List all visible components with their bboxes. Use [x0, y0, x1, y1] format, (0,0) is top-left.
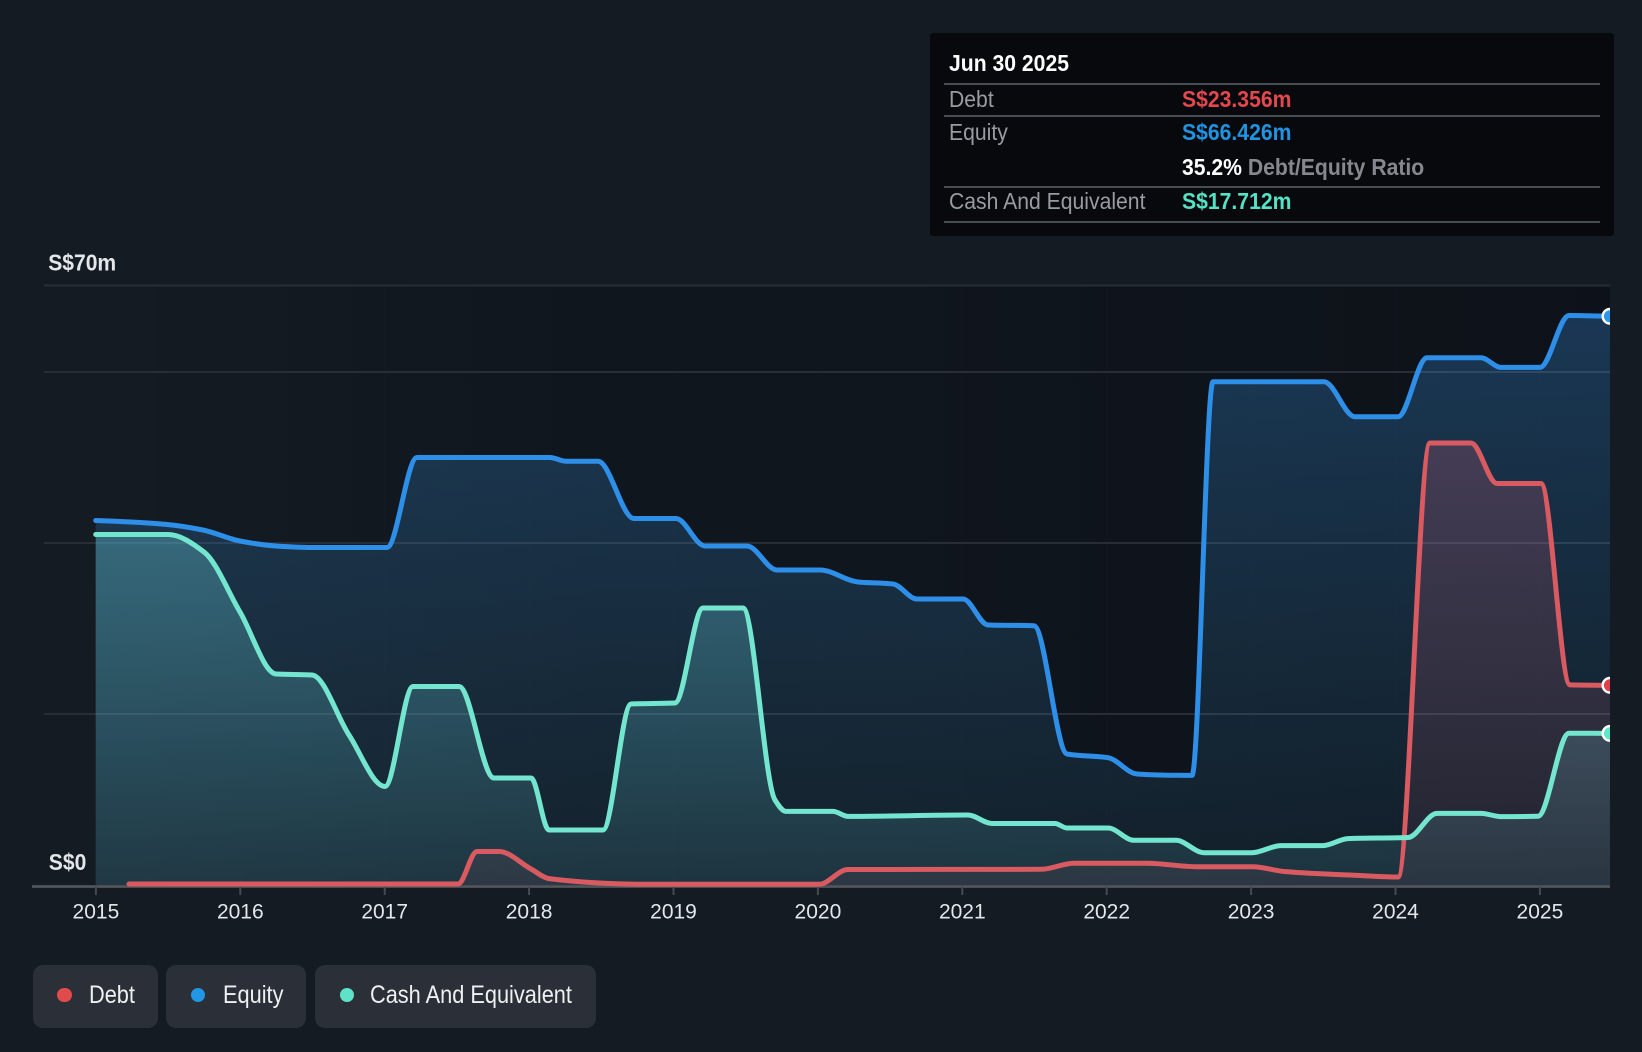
- svg-text:2016: 2016: [217, 901, 264, 924]
- svg-text:S$0: S$0: [49, 849, 87, 875]
- svg-text:2019: 2019: [650, 901, 697, 924]
- svg-text:2017: 2017: [361, 901, 408, 924]
- svg-text:2023: 2023: [1228, 901, 1275, 924]
- svg-text:2024: 2024: [1372, 901, 1419, 924]
- svg-text:2015: 2015: [73, 901, 120, 924]
- svg-text:S$70m: S$70m: [48, 250, 116, 276]
- svg-text:2018: 2018: [506, 901, 553, 924]
- svg-text:2021: 2021: [939, 901, 986, 924]
- svg-text:2025: 2025: [1517, 901, 1564, 924]
- svg-text:2022: 2022: [1083, 901, 1130, 924]
- svg-text:2020: 2020: [795, 901, 842, 924]
